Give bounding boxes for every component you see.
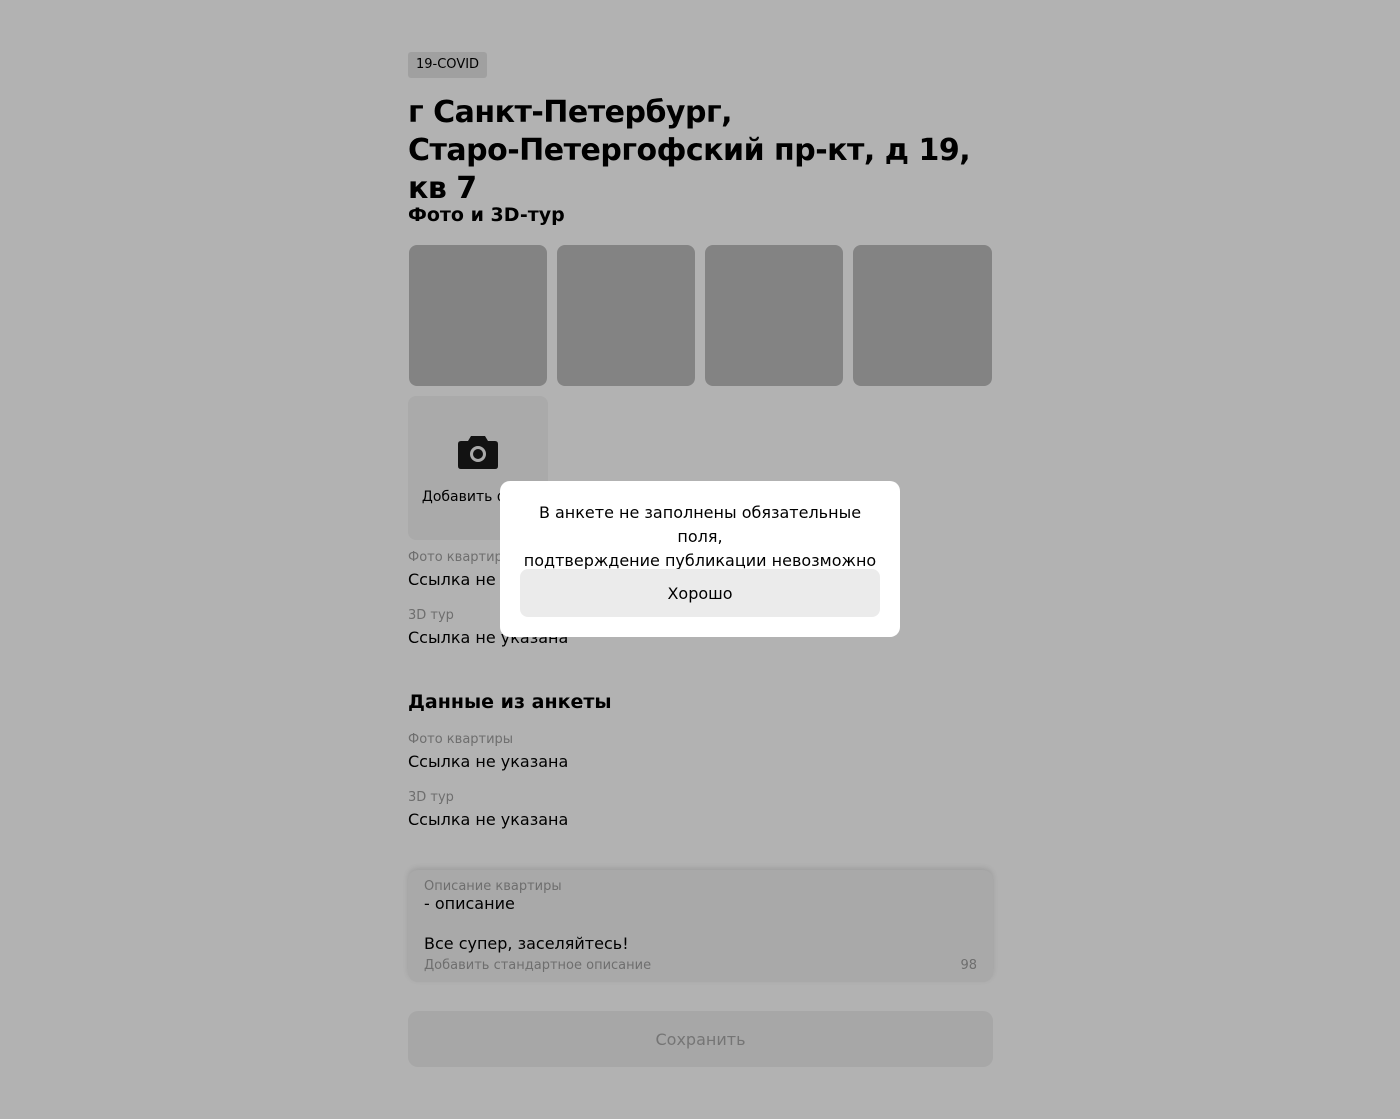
alert-message: В анкете не заполнены обязательные поля,… bbox=[520, 501, 880, 573]
ok-button[interactable]: Хорошо bbox=[520, 569, 880, 617]
alert-dialog: В анкете не заполнены обязательные поля,… bbox=[500, 481, 900, 637]
alert-message-line1: В анкете не заполнены обязательные поля, bbox=[538, 503, 862, 546]
